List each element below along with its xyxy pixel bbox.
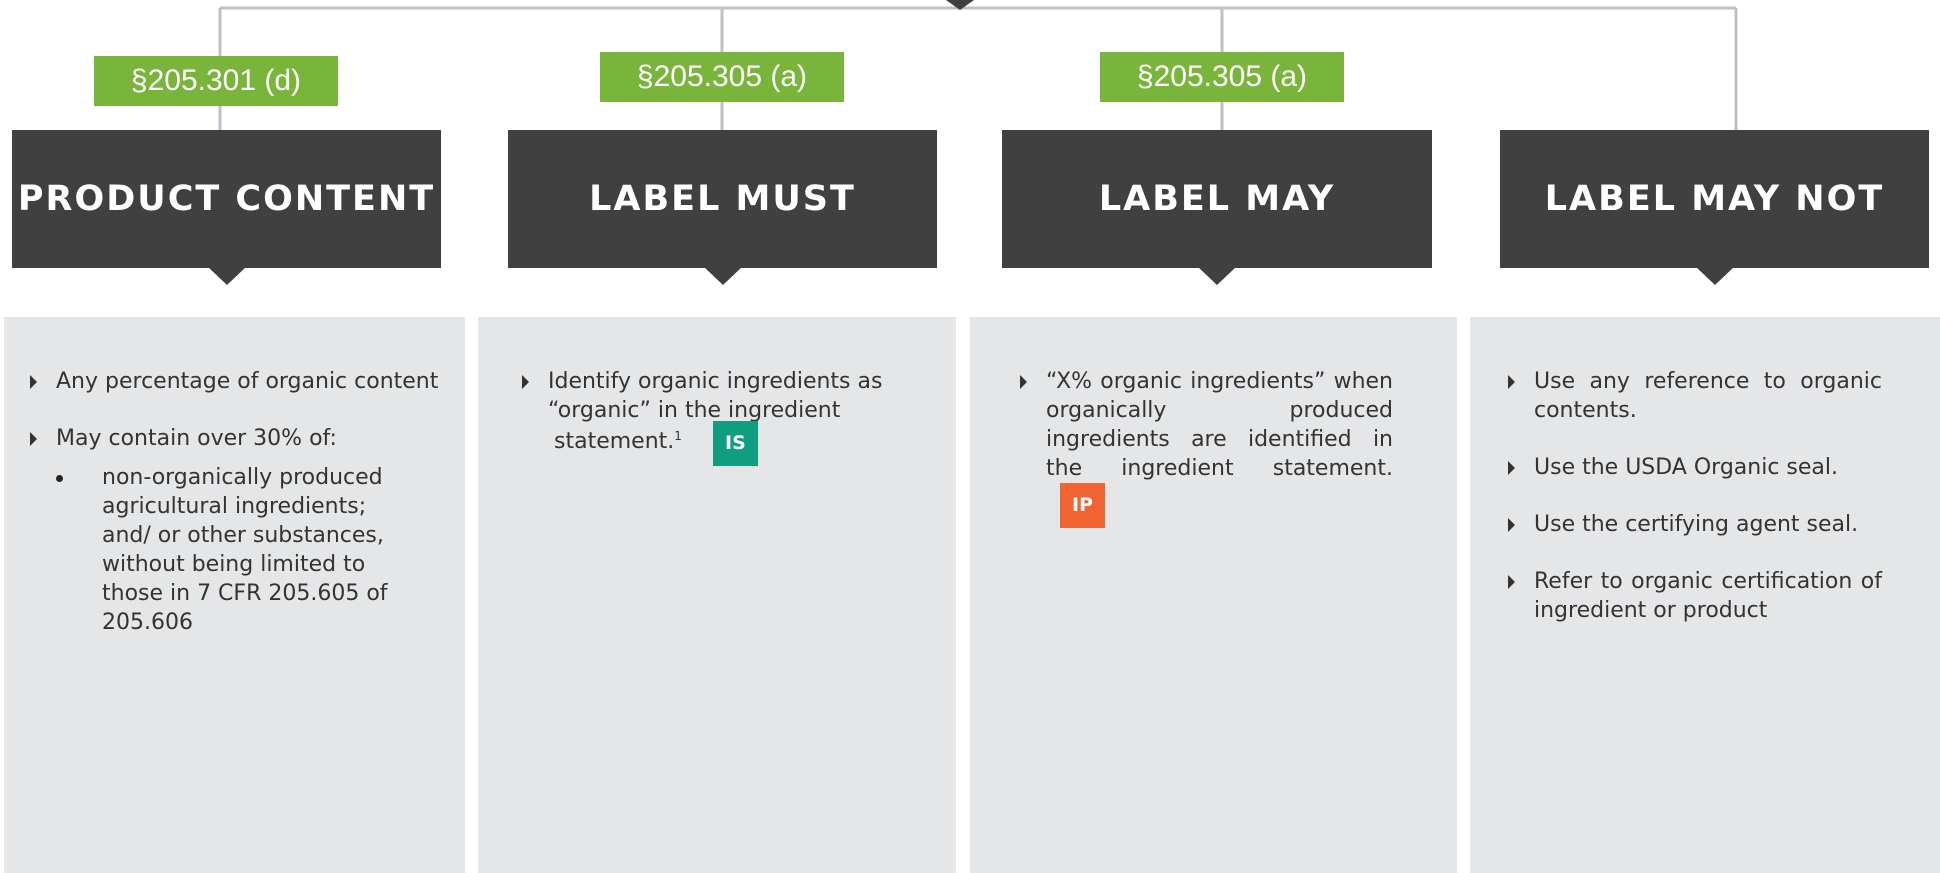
list-item-text: May contain over 30% of: [56,426,337,451]
list-item: Refer to organic certification of ingred… [1508,567,1882,625]
triangle-bullet-icon [30,432,37,446]
list-item: Use any reference to organic contents. [1508,367,1882,425]
panel-label-may-not: Use any reference to organic contents. U… [1470,317,1940,873]
regulation-tag-product-content: §205.301 (d) [94,56,338,106]
badge-is: IS [712,421,758,466]
header-pointer [703,267,742,285]
triangle-bullet-icon [1508,575,1515,589]
list-item: Use the certifying agent seal. [1508,510,1882,539]
header-label-may-not: Label May Not [1500,130,1929,285]
footnote-marker: 1 [674,429,682,443]
triangle-bullet-icon [1508,375,1515,389]
list-item: Identify organic ingredients as “organic… [522,367,936,466]
label-must-list: Identify organic ingredients as “organic… [522,367,936,466]
list-item-text: Use the USDA Organic seal. [1534,455,1839,480]
list-item-text: Use the certifying agent seal. [1534,512,1859,537]
panel-label-may: “X% organic ingredients” when organicall… [970,317,1457,873]
list-item-text-content: “X% organic ingredients” when organicall… [1046,369,1393,481]
list-item: “X% organic ingredients” when organicall… [1020,367,1393,528]
header-title: Label May Not [1544,179,1885,219]
header-pointer [1198,267,1236,285]
list-item-text: Any percentage of organic content [56,369,439,394]
panel-product-content: Any percentage of organic content May co… [4,317,465,873]
panel-label-must: Identify organic ingredients as “organic… [478,317,956,873]
list-item: May contain over 30% of: non-organically… [30,424,445,637]
triangle-bullet-icon [1508,461,1515,475]
list-item: Use the USDA Organic seal. [1508,453,1882,482]
sub-list-item-text: non-organically produced agricultural in… [102,465,388,635]
list-item-text-line: Identify organic ingredients as [548,369,883,394]
header-label-may: Label May [1002,130,1432,285]
header-product-content: Product Content [12,130,441,285]
list-item-text-line: statement.1 IS [548,421,936,466]
sub-list: non-organically produced agricultural in… [56,463,445,637]
triangle-bullet-icon [1508,518,1515,532]
list-item-text: “X% organic ingredients” when organicall… [1046,367,1393,528]
badge-ip: IP [1060,483,1105,528]
product-content-list: Any percentage of organic content May co… [30,367,445,637]
list-item-text: statement. [554,429,675,454]
label-may-list: “X% organic ingredients” when organicall… [1020,367,1393,528]
dot-bullet-icon [56,475,63,482]
triangle-bullet-icon [522,375,529,389]
header-label-must: Label Must [508,130,937,285]
list-item: Any percentage of organic content [30,367,445,396]
label-may-not-list: Use any reference to organic contents. U… [1508,367,1882,625]
header-pointer [1695,267,1734,285]
regulation-tag-label-must: §205.305 (a) [600,52,844,102]
regulation-tag-label-may: §205.305 (a) [1100,52,1344,102]
header-title: Label May [1098,179,1336,219]
triangle-bullet-icon [1020,375,1027,389]
header-title: Product Content [17,179,436,219]
header-title: Label Must [589,179,856,219]
list-item-text: Refer to organic certification of ingred… [1534,569,1882,623]
header-pointer [207,267,246,285]
list-item-text: Use any reference to organic contents. [1534,369,1882,423]
triangle-bullet-icon [30,375,37,389]
sub-list-item: non-organically produced agricultural in… [56,463,402,637]
